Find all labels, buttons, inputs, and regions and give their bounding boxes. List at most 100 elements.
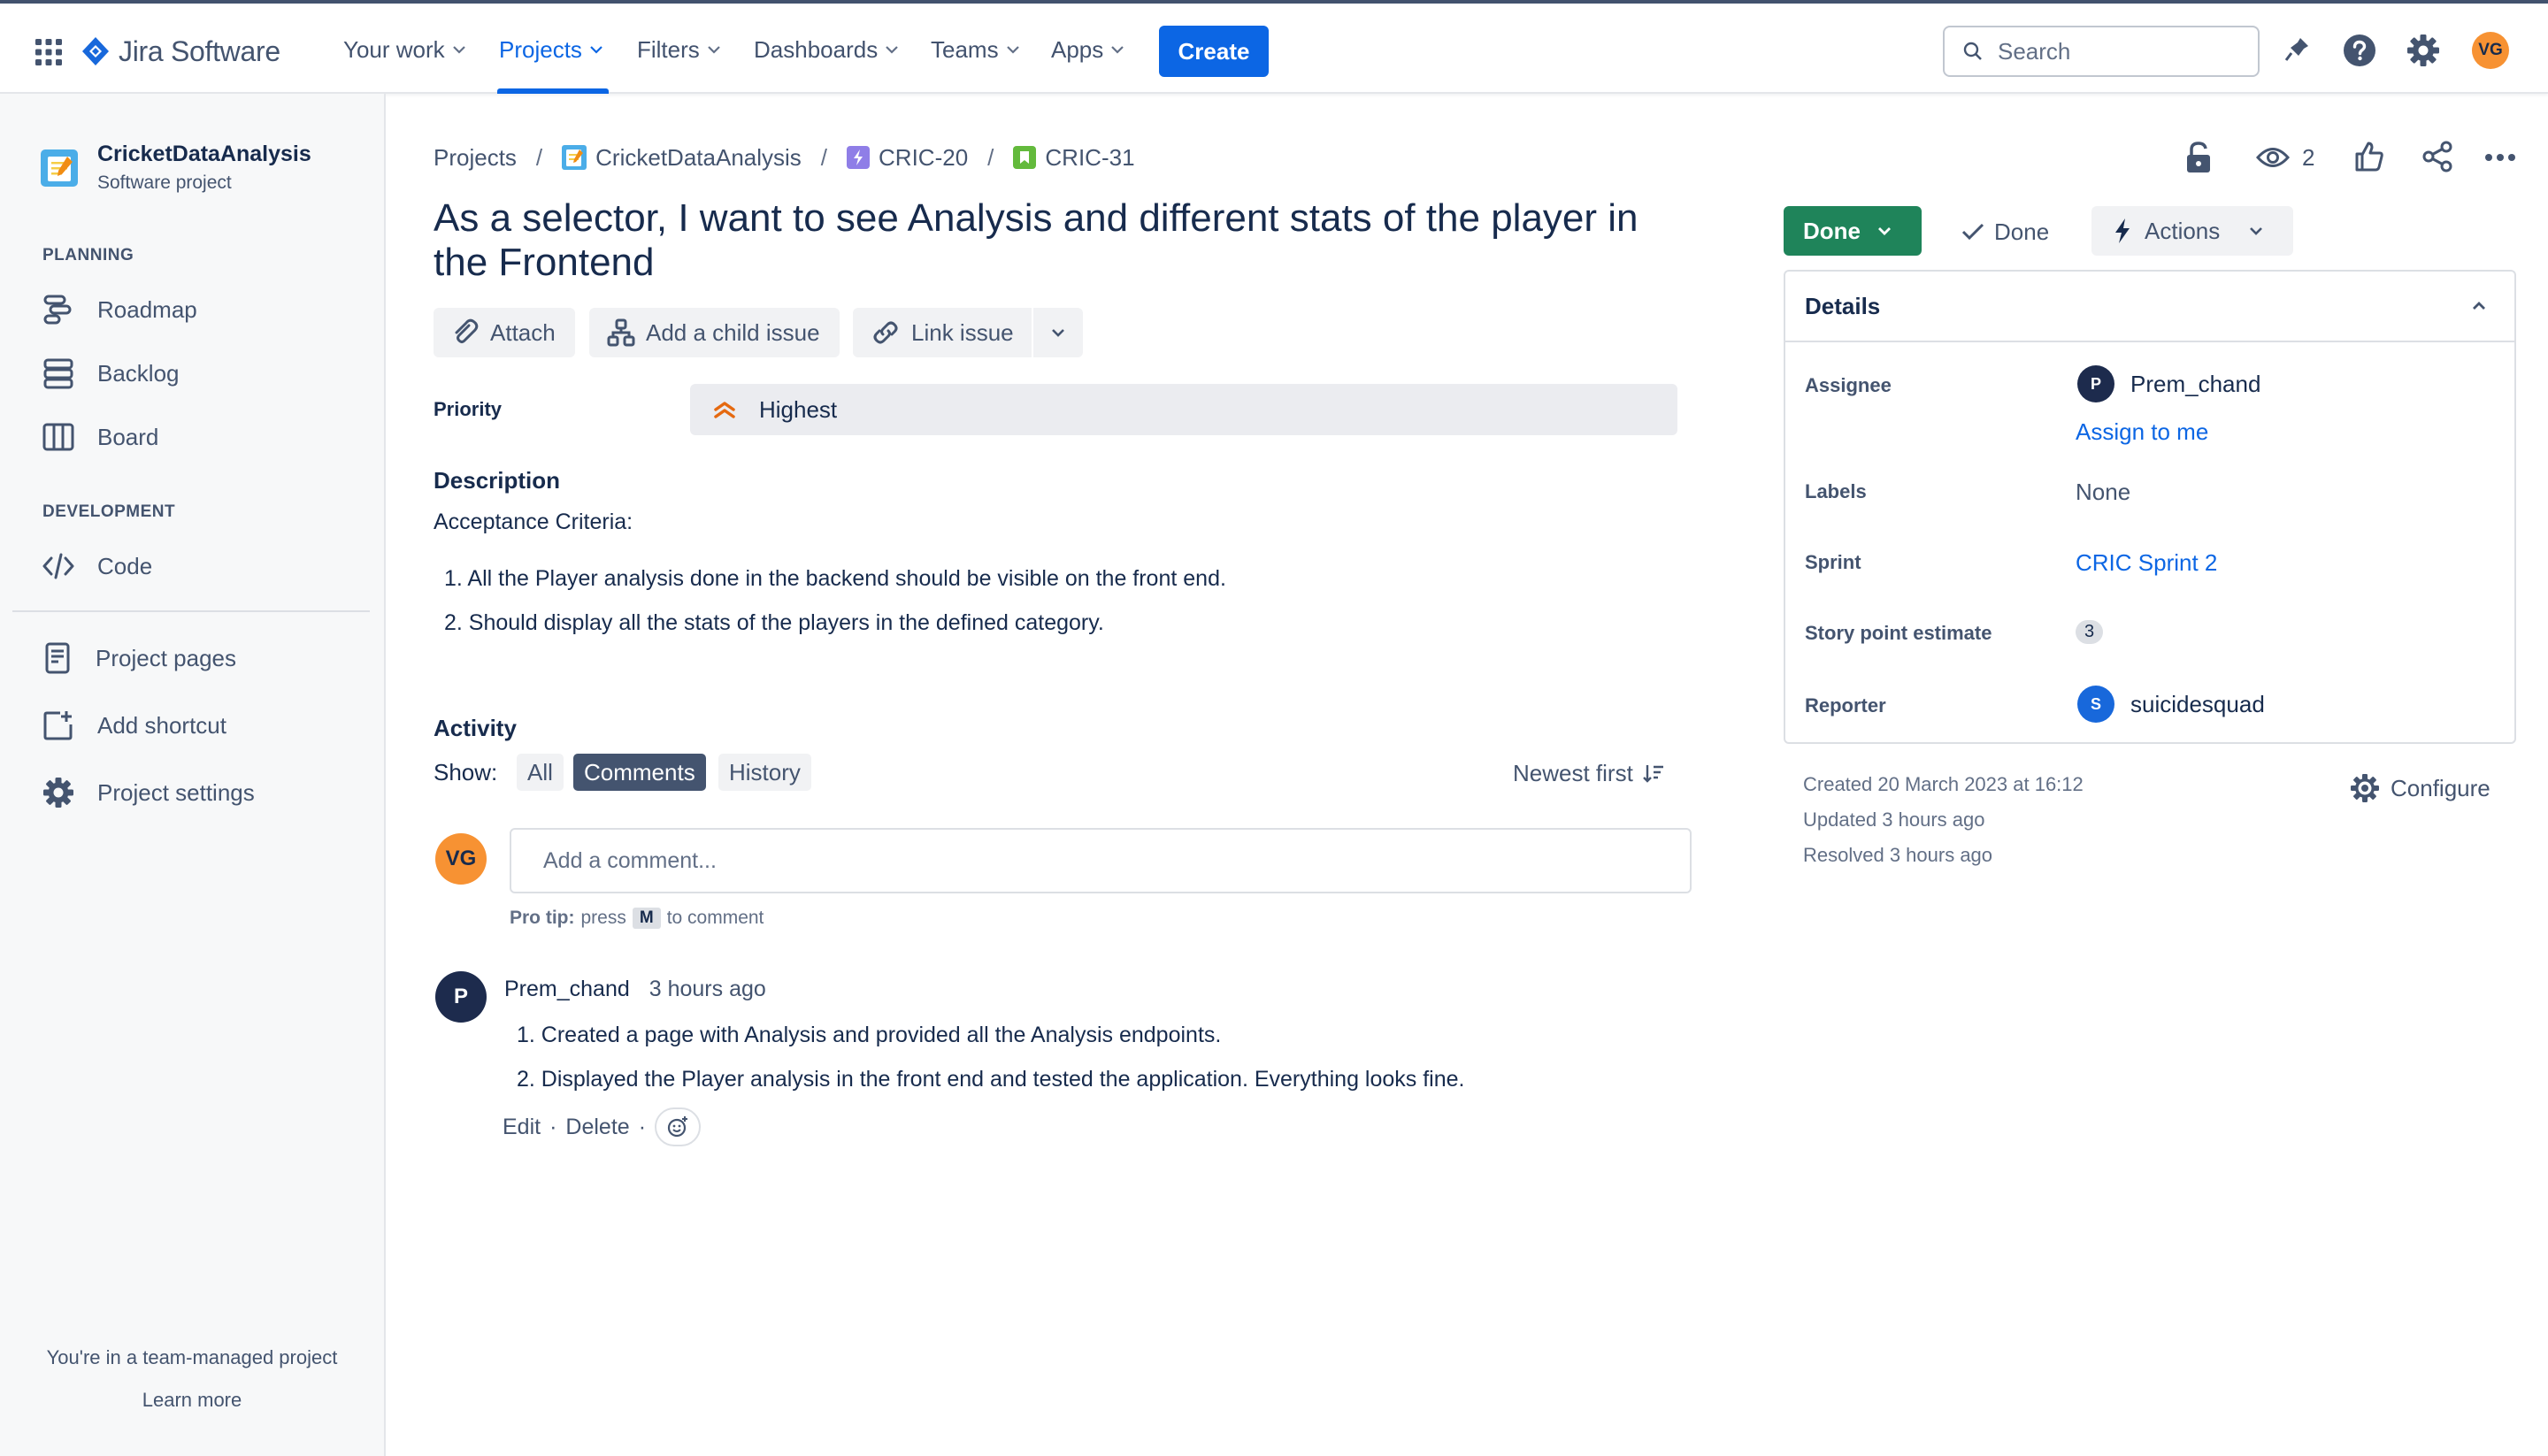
assign-to-me-link[interactable]: Assign to me bbox=[2076, 418, 2208, 446]
notifications-icon[interactable] bbox=[2281, 34, 2313, 65]
more-toolbar-button[interactable] bbox=[1032, 308, 1083, 357]
app-switcher-icon[interactable] bbox=[34, 37, 64, 67]
link-issue-label: Link issue bbox=[911, 318, 1014, 346]
learn-more-link[interactable]: Learn more bbox=[0, 1389, 384, 1412]
pro-tip-press: press bbox=[580, 908, 626, 928]
sidebar-item-project-pages[interactable]: Project pages bbox=[42, 635, 236, 681]
like-icon[interactable] bbox=[2353, 140, 2385, 173]
breadcrumb-issue[interactable]: CRIC-31 bbox=[1045, 144, 1134, 172]
planning-heading: PLANNING bbox=[42, 246, 134, 264]
share-icon[interactable] bbox=[2421, 140, 2454, 173]
emoji-add-icon bbox=[667, 1116, 688, 1138]
comment-header: Prem_chand 3 hours ago bbox=[504, 977, 766, 1002]
configure-label: Configure bbox=[2391, 774, 2490, 801]
chevron-down-icon bbox=[1111, 46, 1124, 54]
help-icon[interactable] bbox=[2343, 34, 2376, 67]
project-header[interactable]: CricketDataAnalysis Software project bbox=[41, 142, 311, 194]
delete-comment-link[interactable]: Delete bbox=[565, 1115, 629, 1140]
gear-icon bbox=[43, 778, 73, 808]
add-child-issue-button[interactable]: Add a child issue bbox=[589, 308, 840, 357]
chevron-down-icon bbox=[1006, 46, 1019, 54]
assignee-value[interactable]: P Prem_chand bbox=[2077, 365, 2260, 402]
user-avatar[interactable]: VG bbox=[2472, 32, 2509, 69]
comment-timestamp[interactable]: 3 hours ago bbox=[649, 977, 766, 1002]
comment-author-avatar[interactable]: P bbox=[435, 971, 487, 1023]
search-icon bbox=[1963, 42, 1982, 60]
nav-projects[interactable]: Projects bbox=[499, 28, 603, 71]
tab-comments[interactable]: Comments bbox=[573, 754, 706, 791]
sidebar-item-label: Board bbox=[97, 423, 159, 450]
pro-tip-rest: to comment bbox=[666, 908, 764, 928]
priority-label: Priority bbox=[434, 398, 503, 420]
labels-value[interactable]: None bbox=[2076, 479, 2130, 506]
comment-author[interactable]: Prem_chand bbox=[504, 977, 630, 1002]
add-child-label: Add a child issue bbox=[646, 318, 820, 346]
nav-your-work[interactable]: Your work bbox=[343, 28, 466, 71]
sort-button[interactable]: Newest first bbox=[1513, 757, 1665, 789]
breadcrumb-projects[interactable]: Projects bbox=[434, 144, 517, 172]
nav-filters[interactable]: Filters bbox=[637, 28, 721, 71]
sidebar-divider bbox=[12, 610, 370, 612]
sidebar-item-roadmap[interactable]: Roadmap bbox=[42, 287, 197, 333]
add-shortcut-icon bbox=[43, 711, 73, 740]
create-button[interactable]: Create bbox=[1159, 26, 1269, 77]
nav-label: Projects bbox=[499, 35, 582, 63]
priority-field[interactable]: Highest bbox=[690, 384, 1677, 435]
story-point-badge: 3 bbox=[2076, 620, 2104, 644]
edit-comment-link[interactable]: Edit bbox=[503, 1115, 541, 1140]
chevron-down-icon bbox=[886, 46, 898, 54]
nav-label: Apps bbox=[1051, 35, 1104, 63]
comment-list-item: 1. Created a page with Analysis and prov… bbox=[517, 1023, 1221, 1048]
status-label: Done bbox=[1803, 217, 1861, 244]
watch-count: 2 bbox=[2302, 143, 2315, 171]
nav-apps[interactable]: Apps bbox=[1051, 28, 1124, 71]
description-intro: Acceptance Criteria: bbox=[434, 510, 633, 534]
nav-teams[interactable]: Teams bbox=[931, 28, 1020, 71]
status-button[interactable]: Done bbox=[1784, 206, 1922, 256]
breadcrumb-epic[interactable]: CRIC-20 bbox=[879, 144, 968, 172]
sidebar-item-code[interactable]: Code bbox=[42, 543, 152, 589]
sprint-value[interactable]: CRIC Sprint 2 bbox=[2076, 549, 2217, 577]
details-header[interactable]: Details bbox=[1785, 272, 2514, 342]
watch-button[interactable]: 2 bbox=[2256, 142, 2314, 173]
project-avatar-icon bbox=[562, 145, 587, 170]
sidebar-item-label: Project pages bbox=[96, 644, 236, 671]
tab-history[interactable]: History bbox=[718, 754, 811, 791]
sidebar-item-project-settings[interactable]: Project settings bbox=[42, 770, 255, 816]
sidebar-item-add-shortcut[interactable]: Add shortcut bbox=[42, 702, 226, 748]
chevron-down-icon bbox=[1878, 227, 1891, 235]
dot-separator: · bbox=[549, 1114, 557, 1139]
link-icon bbox=[873, 321, 898, 344]
lock-icon[interactable] bbox=[2183, 140, 2214, 175]
sidebar-item-board[interactable]: Board bbox=[42, 414, 158, 460]
settings-gear-icon[interactable] bbox=[2406, 34, 2440, 67]
nav-active-indicator bbox=[497, 88, 609, 94]
reporter-value[interactable]: S suicidesquad bbox=[2077, 686, 2265, 723]
issue-title[interactable]: As a selector, I want to see Analysis an… bbox=[434, 196, 1672, 285]
resolution-indicator: Done bbox=[1961, 216, 2049, 248]
checkmark-icon bbox=[1961, 223, 1984, 241]
sidebar-item-backlog[interactable]: Backlog bbox=[42, 350, 180, 396]
tab-all[interactable]: All bbox=[517, 754, 564, 791]
search-placeholder: Search bbox=[1998, 37, 2071, 65]
breadcrumb-project[interactable]: CricketDataAnalysis bbox=[595, 144, 802, 172]
page-icon bbox=[45, 642, 70, 674]
add-reaction-button[interactable] bbox=[655, 1107, 702, 1146]
search-input[interactable]: Search bbox=[1943, 26, 2260, 77]
actions-button[interactable]: Actions bbox=[2091, 206, 2293, 256]
avatar-initials: VG bbox=[445, 847, 477, 870]
sidebar-item-label: Project settings bbox=[97, 778, 255, 806]
chevron-down-icon bbox=[590, 46, 602, 54]
link-issue-button[interactable]: Link issue bbox=[853, 308, 1033, 357]
jira-logo[interactable]: Jira Software bbox=[81, 32, 280, 71]
jira-diamond-icon bbox=[82, 37, 109, 65]
configure-button[interactable]: Configure bbox=[2350, 771, 2490, 805]
activity-heading: Activity bbox=[434, 715, 517, 741]
nav-dashboards[interactable]: Dashboards bbox=[754, 28, 899, 71]
created-date: Created 20 March 2023 at 16:12 bbox=[1803, 773, 2084, 795]
story-point-field[interactable]: 3 bbox=[2076, 620, 2104, 644]
attach-button[interactable]: Attach bbox=[434, 308, 575, 357]
more-actions-icon[interactable] bbox=[2484, 149, 2516, 166]
description-list-item: 1. All the Player analysis done in the b… bbox=[444, 566, 1226, 592]
comment-input[interactable]: Add a comment... bbox=[510, 828, 1692, 893]
